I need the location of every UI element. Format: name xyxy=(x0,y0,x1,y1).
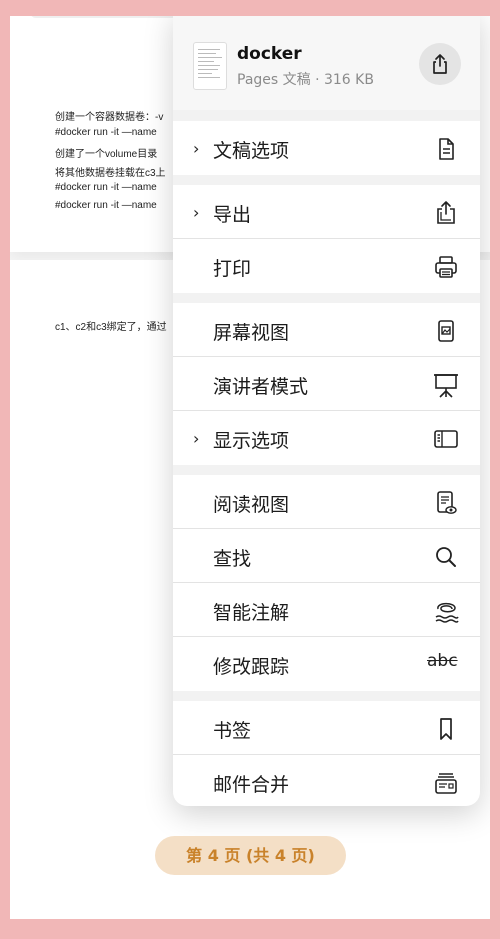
smart-annotation-icon xyxy=(435,602,459,623)
menu-group-misc: 书签 邮件合并 xyxy=(173,701,480,806)
menu-item-label: 打印 xyxy=(213,258,252,280)
page-indicator: 第 4 页 (共 4 页) xyxy=(155,836,346,875)
track-changes-text: abc xyxy=(427,651,458,671)
menu-item-track-changes[interactable]: 修改跟踪 abc xyxy=(173,637,480,691)
chevron-right-icon: › xyxy=(193,429,200,448)
menu-group-document: › 文稿选项 xyxy=(173,121,480,175)
menu-item-print[interactable]: 打印 xyxy=(173,239,480,293)
sidebar-icon xyxy=(434,430,458,448)
chevron-right-icon: › xyxy=(193,203,200,222)
document-thumbnail xyxy=(193,42,227,90)
menu-item-label: 阅读视图 xyxy=(213,494,290,516)
more-options-menu: docker Pages 文稿 · 316 KB › 文稿选项 › 导出 打印 … xyxy=(173,16,480,806)
menu-group-tools: 阅读视图 查找 智能注解 修改跟踪 abc xyxy=(173,475,480,691)
menu-item-label: 修改跟踪 xyxy=(213,656,290,678)
menu-group-view: 屏幕视图 演讲者模式 › 显示选项 xyxy=(173,303,480,465)
printer-icon xyxy=(435,256,457,278)
reading-view-icon xyxy=(437,491,457,514)
menu-item-find[interactable]: 查找 xyxy=(173,529,480,583)
doc-text-line: 创建一个容器数据卷：-v xyxy=(55,112,164,123)
menu-item-label: 智能注解 xyxy=(213,602,290,624)
menu-header: docker Pages 文稿 · 316 KB xyxy=(173,16,480,110)
presenter-icon xyxy=(434,374,458,398)
menu-item-label: 查找 xyxy=(213,548,252,570)
document-icon xyxy=(439,138,454,160)
menu-item-label: 演讲者模式 xyxy=(213,376,309,398)
menu-item-export[interactable]: › 导出 xyxy=(173,185,480,239)
menu-item-bookmarks[interactable]: 书签 xyxy=(173,701,480,755)
mail-merge-icon xyxy=(435,773,457,794)
menu-item-label: 文稿选项 xyxy=(213,140,290,162)
track-changes-icon: abc xyxy=(427,651,467,677)
search-icon xyxy=(436,547,456,567)
menu-item-smart-annotation[interactable]: 智能注解 xyxy=(173,583,480,637)
menu-item-label: 书签 xyxy=(213,720,252,742)
screen-view-icon xyxy=(438,320,454,342)
menu-item-label: 邮件合并 xyxy=(213,774,290,796)
share-icon xyxy=(433,54,447,74)
doc-text-line: #docker run -it —name xyxy=(55,200,157,211)
menu-item-display-options[interactable]: › 显示选项 xyxy=(173,411,480,465)
menu-item-mail-merge[interactable]: 邮件合并 xyxy=(173,755,480,806)
chevron-right-icon: › xyxy=(193,139,200,158)
menu-item-label: 屏幕视图 xyxy=(213,322,290,344)
bookmark-icon xyxy=(440,718,452,740)
screen: 创建一个容器数据卷：-v #docker run -it —name 创建了一个… xyxy=(10,16,490,919)
menu-item-document-options[interactable]: › 文稿选项 xyxy=(173,121,480,175)
doc-text-line: #docker run -it —name xyxy=(55,182,157,193)
doc-text-line: c1、c2和c3绑定了，通过 xyxy=(55,322,167,333)
file-meta: Pages 文稿 · 316 KB xyxy=(237,72,374,88)
menu-item-reading-view[interactable]: 阅读视图 xyxy=(173,475,480,529)
doc-text-line: 将其他数据卷挂载在c3上 xyxy=(55,168,166,179)
menu-item-screen-view[interactable]: 屏幕视图 xyxy=(173,303,480,357)
doc-text-line: #docker run -it —name xyxy=(55,127,157,138)
export-icon xyxy=(437,201,455,224)
menu-item-label: 导出 xyxy=(213,204,252,226)
file-name: docker xyxy=(237,44,302,64)
share-button[interactable] xyxy=(419,43,461,85)
menu-item-presenter-mode[interactable]: 演讲者模式 xyxy=(173,357,480,411)
menu-item-label: 显示选项 xyxy=(213,430,290,452)
menu-group-output: › 导出 打印 xyxy=(173,185,480,293)
doc-text-line: 创建了一个volume目录 xyxy=(55,149,158,160)
